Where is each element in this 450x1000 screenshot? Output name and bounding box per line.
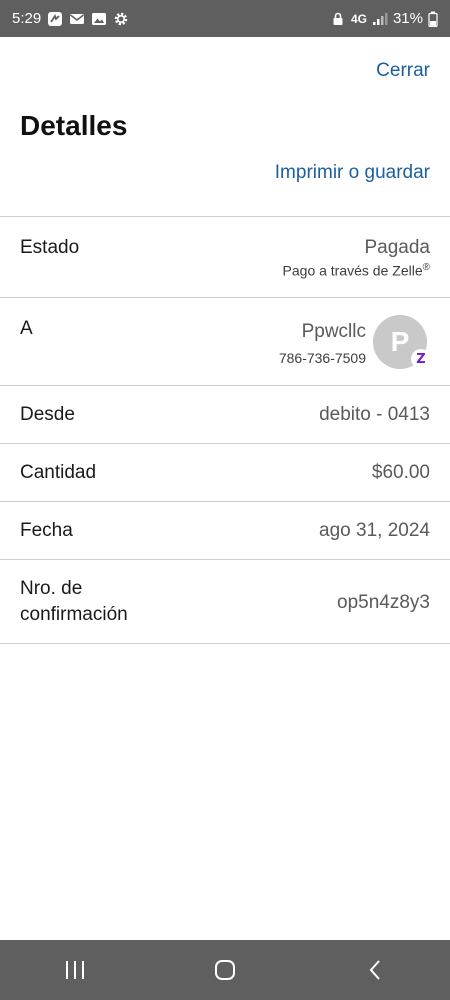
avatar-initial: P [390,326,410,357]
battery-percent: 31% [392,10,423,27]
detail-row-desde: Desde debito - 0413 [0,386,450,444]
confirmacion-label-line2: confirmación [20,604,128,625]
lock-icon [330,11,346,27]
estado-sub: Pago a través de Zelle® [283,262,430,279]
cantidad-label: Cantidad [20,462,97,483]
recipient-phone: 786-736-7509 [278,350,366,366]
close-button[interactable]: Cerrar [376,60,430,82]
home-icon [215,960,235,980]
zelle-badge-letter: Z [416,351,426,367]
recipient-name: Ppwcllc [301,321,366,342]
network-type: 4G [350,11,367,26]
back-icon [369,960,380,980]
recents-icon [66,961,84,979]
navigation-bar [0,940,450,1000]
confirmacion-label-line1: Nro. de [20,578,83,599]
recents-button[interactable] [45,950,105,990]
desde-value: debito - 0413 [319,404,430,425]
status-time: 5:29 [12,10,42,27]
status-left: 5:29 [12,10,129,27]
image-icon [91,11,107,27]
page-title: Detalles [20,110,128,141]
settings-gear-icon [113,11,129,27]
detail-row-estado: Estado Pagada Pago a través de Zelle® [0,217,450,298]
back-button[interactable] [345,950,405,990]
recipient-label: A [20,318,33,339]
zelle-badge-icon: Z [411,349,431,369]
app-icon [47,11,63,27]
confirmacion-value: op5n4z8y3 [337,592,430,613]
recipient-info: Ppwcllc 786-736-7509 [279,320,366,366]
confirmacion-label: Nro. de confirmación [20,576,220,628]
signal-icon [372,11,388,27]
status-right: 4G 31% [330,10,438,27]
estado-value: Pagada [364,237,430,258]
mail-icon [69,11,85,27]
cantidad-value: $60.00 [371,462,430,483]
detail-row-confirmacion: Nro. de confirmación op5n4z8y3 [0,560,450,644]
estado-sub-text: Pago a través de Zelle [282,262,423,279]
battery-icon [428,11,438,27]
estado-label: Estado [20,237,80,258]
detail-row-recipient: A Ppwcllc 786-736-7509 P Z [0,298,450,386]
details-list: Estado Pagada Pago a través de Zelle® A … [0,216,450,644]
desde-label: Desde [20,404,75,425]
fecha-label: Fecha [20,520,73,541]
status-bar: 5:29 4G 31% [0,0,450,37]
detail-row-fecha: Fecha ago 31, 2024 [0,502,450,560]
registered-mark: ® [422,262,430,273]
home-button[interactable] [195,950,255,990]
print-or-save-button[interactable]: Imprimir o guardar [275,162,430,184]
fecha-value: ago 31, 2024 [319,520,430,541]
detail-row-cantidad: Cantidad $60.00 [0,444,450,502]
